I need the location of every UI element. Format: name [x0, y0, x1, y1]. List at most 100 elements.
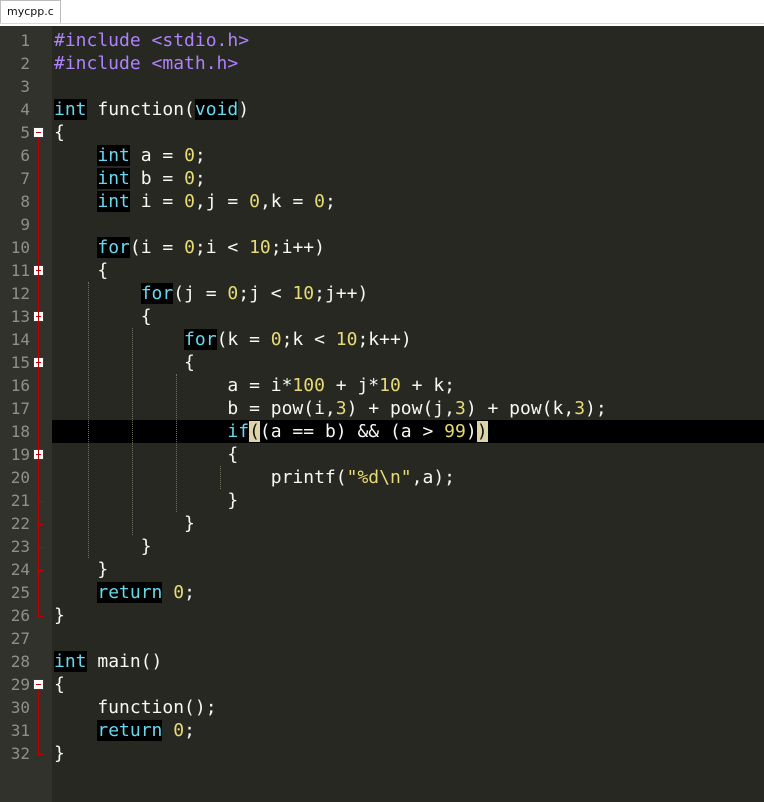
code-line[interactable]: #include <math.h> — [54, 52, 238, 75]
code-token: ) + pow(k, — [465, 398, 575, 419]
code-token: } — [54, 513, 195, 534]
code-token: ;k++) — [357, 329, 412, 350]
code-token: { — [54, 352, 195, 373]
code-token: ); — [585, 398, 607, 419]
code-token: function( — [86, 99, 195, 120]
fold-collapse-icon[interactable] — [33, 679, 44, 690]
code-line[interactable]: { — [54, 443, 238, 466]
fold-region-line — [38, 690, 39, 754]
code-line[interactable]: { — [54, 305, 152, 328]
code-line[interactable]: return 0; — [54, 581, 195, 604]
code-line[interactable]: for(i = 0;i < 10;i++) — [54, 236, 325, 259]
code-token: ; — [194, 168, 206, 189]
keyword-token: return — [97, 582, 163, 603]
number-token: 3 — [574, 398, 586, 419]
code-line[interactable]: } — [54, 512, 195, 535]
tab-mycpp[interactable]: mycpp.c — [0, 0, 61, 23]
code-line[interactable]: int main() — [54, 650, 162, 673]
code-token: ) + pow(j, — [346, 398, 455, 419]
preprocessor-token: #include <math.h> — [54, 53, 239, 74]
code-area[interactable]: #include <stdio.h> #include <math.h> int f… — [54, 26, 764, 802]
code-token: printf( — [54, 467, 347, 488]
line-number-gutter[interactable]: 1 2 3 4 5 6 7 8 9 10 11 12 13 14 15 16 17 18 19 20 21 22 23 24 2… — [0, 26, 52, 802]
code-line[interactable]: int i = 0,j = 0,k = 0; — [54, 190, 336, 213]
keyword-token: int — [54, 99, 87, 120]
keyword-token: for — [140, 283, 174, 304]
number-token: 0 — [173, 720, 185, 741]
code-token: } — [54, 743, 65, 764]
code-token: ,k = — [259, 191, 315, 212]
code-token: { — [54, 122, 65, 143]
code-token: + j* — [324, 375, 380, 396]
indent-guide — [132, 328, 133, 535]
code-line[interactable]: { — [54, 673, 65, 696]
line-number: 21 — [10, 491, 30, 510]
code-editor[interactable]: 1 2 3 4 5 6 7 8 9 10 11 12 13 14 15 16 17 18 19 20 21 22 23 24 2… — [0, 26, 764, 802]
code-line[interactable]: b = pow(i,3) + pow(j,3) + pow(k,3); — [54, 397, 607, 420]
keyword-token: for — [184, 329, 217, 350]
line-number: 15 — [10, 353, 30, 372]
code-token: } — [54, 559, 109, 580]
fold-end-tick — [38, 570, 44, 571]
code-line[interactable]: { — [54, 259, 108, 282]
line-number: 24 — [10, 560, 30, 579]
code-token: ; — [184, 720, 195, 741]
code-line[interactable]: } — [54, 742, 65, 765]
indent-guide — [176, 374, 177, 512]
code-line[interactable]: { — [54, 351, 195, 374]
line-number: 30 — [10, 698, 30, 717]
number-token: 0 — [249, 191, 260, 212]
number-token: 3 — [454, 398, 466, 419]
indent-guide — [220, 466, 221, 489]
code-line[interactable]: int function(void) — [54, 98, 249, 121]
code-line[interactable]: printf("%d\n",a); — [54, 466, 455, 489]
code-line[interactable]: } — [54, 558, 108, 581]
code-line[interactable]: } — [54, 604, 65, 627]
line-number: 19 — [10, 445, 30, 464]
code-line[interactable]: int a = 0; — [54, 144, 206, 167]
code-line[interactable]: { — [54, 121, 65, 144]
code-line[interactable]: a = i*100 + j*10 + k; — [54, 374, 455, 397]
code-line[interactable]: for(j = 0;j < 10;j++) — [54, 282, 368, 305]
line-number: 32 — [10, 744, 30, 763]
code-token: { — [54, 306, 152, 327]
number-token: 0 — [184, 145, 195, 166]
code-token: i = — [129, 191, 185, 212]
fold-end-tick — [38, 754, 44, 755]
code-line[interactable]: } — [54, 489, 238, 512]
line-number: 5 — [20, 123, 30, 142]
fold-end-tick — [38, 501, 44, 502]
code-line[interactable]: #include <stdio.h> — [54, 29, 249, 52]
code-line[interactable]: return 0; — [54, 719, 195, 742]
code-line[interactable]: } — [54, 535, 152, 558]
code-token: ;j++) — [314, 283, 369, 304]
line-number: 9 — [20, 215, 30, 234]
number-token: 0 — [184, 237, 195, 258]
code-token: ,j = — [194, 191, 250, 212]
line-number: 3 — [20, 77, 30, 96]
code-line-current[interactable]: if((a == b) && (a > 99)) — [54, 420, 488, 443]
line-number: 28 — [10, 652, 30, 671]
fold-end-tick — [38, 616, 44, 617]
code-line[interactable]: int b = 0; — [54, 167, 206, 190]
code-line[interactable]: for(k = 0;k < 10;k++) — [54, 328, 412, 351]
line-number: 20 — [10, 468, 30, 487]
line-number: 17 — [10, 399, 30, 418]
number-token: 10 — [335, 329, 358, 350]
code-token: (i = — [129, 237, 185, 258]
code-token: (a == b) && (a > — [259, 421, 445, 442]
fold-collapse-icon[interactable] — [33, 127, 44, 138]
preprocessor-token: #include <stdio.h> — [54, 30, 250, 51]
number-token: 0 — [173, 582, 185, 603]
code-token: main() — [86, 651, 163, 672]
number-token: 10 — [249, 237, 271, 258]
code-line[interactable]: function(); — [54, 696, 216, 719]
keyword-token: for — [97, 237, 130, 258]
line-number: 7 — [20, 169, 30, 188]
